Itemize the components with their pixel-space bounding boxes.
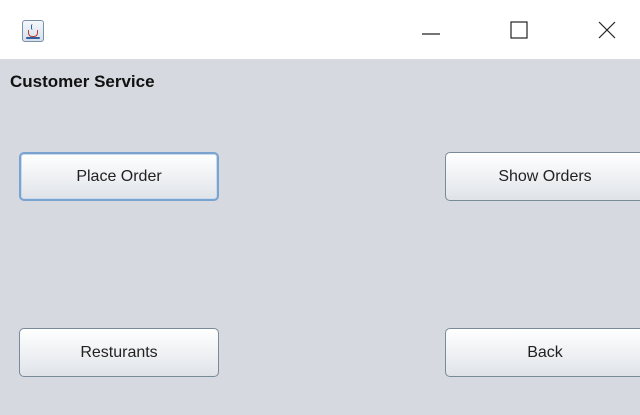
back-button[interactable]: Back [445,328,640,377]
minimize-button[interactable] [408,0,454,59]
minimize-icon [422,33,440,35]
place-order-button[interactable]: Place Order [19,152,219,201]
content-panel: Customer Service Place Order Show Orders… [0,59,640,415]
maximize-icon [510,21,528,39]
restaurants-button[interactable]: Resturants [19,328,219,377]
panel-title: Customer Service [10,72,155,91]
java-cup-icon[interactable] [22,20,44,42]
close-icon [598,21,616,39]
app-window: Customer Service Place Order Show Orders… [0,0,640,415]
saucer-shape [26,37,40,39]
show-orders-button[interactable]: Show Orders [445,152,640,201]
cup-shape [28,30,38,37]
title-bar[interactable] [0,0,640,59]
maximize-button[interactable] [496,0,542,59]
close-button[interactable] [584,0,630,59]
